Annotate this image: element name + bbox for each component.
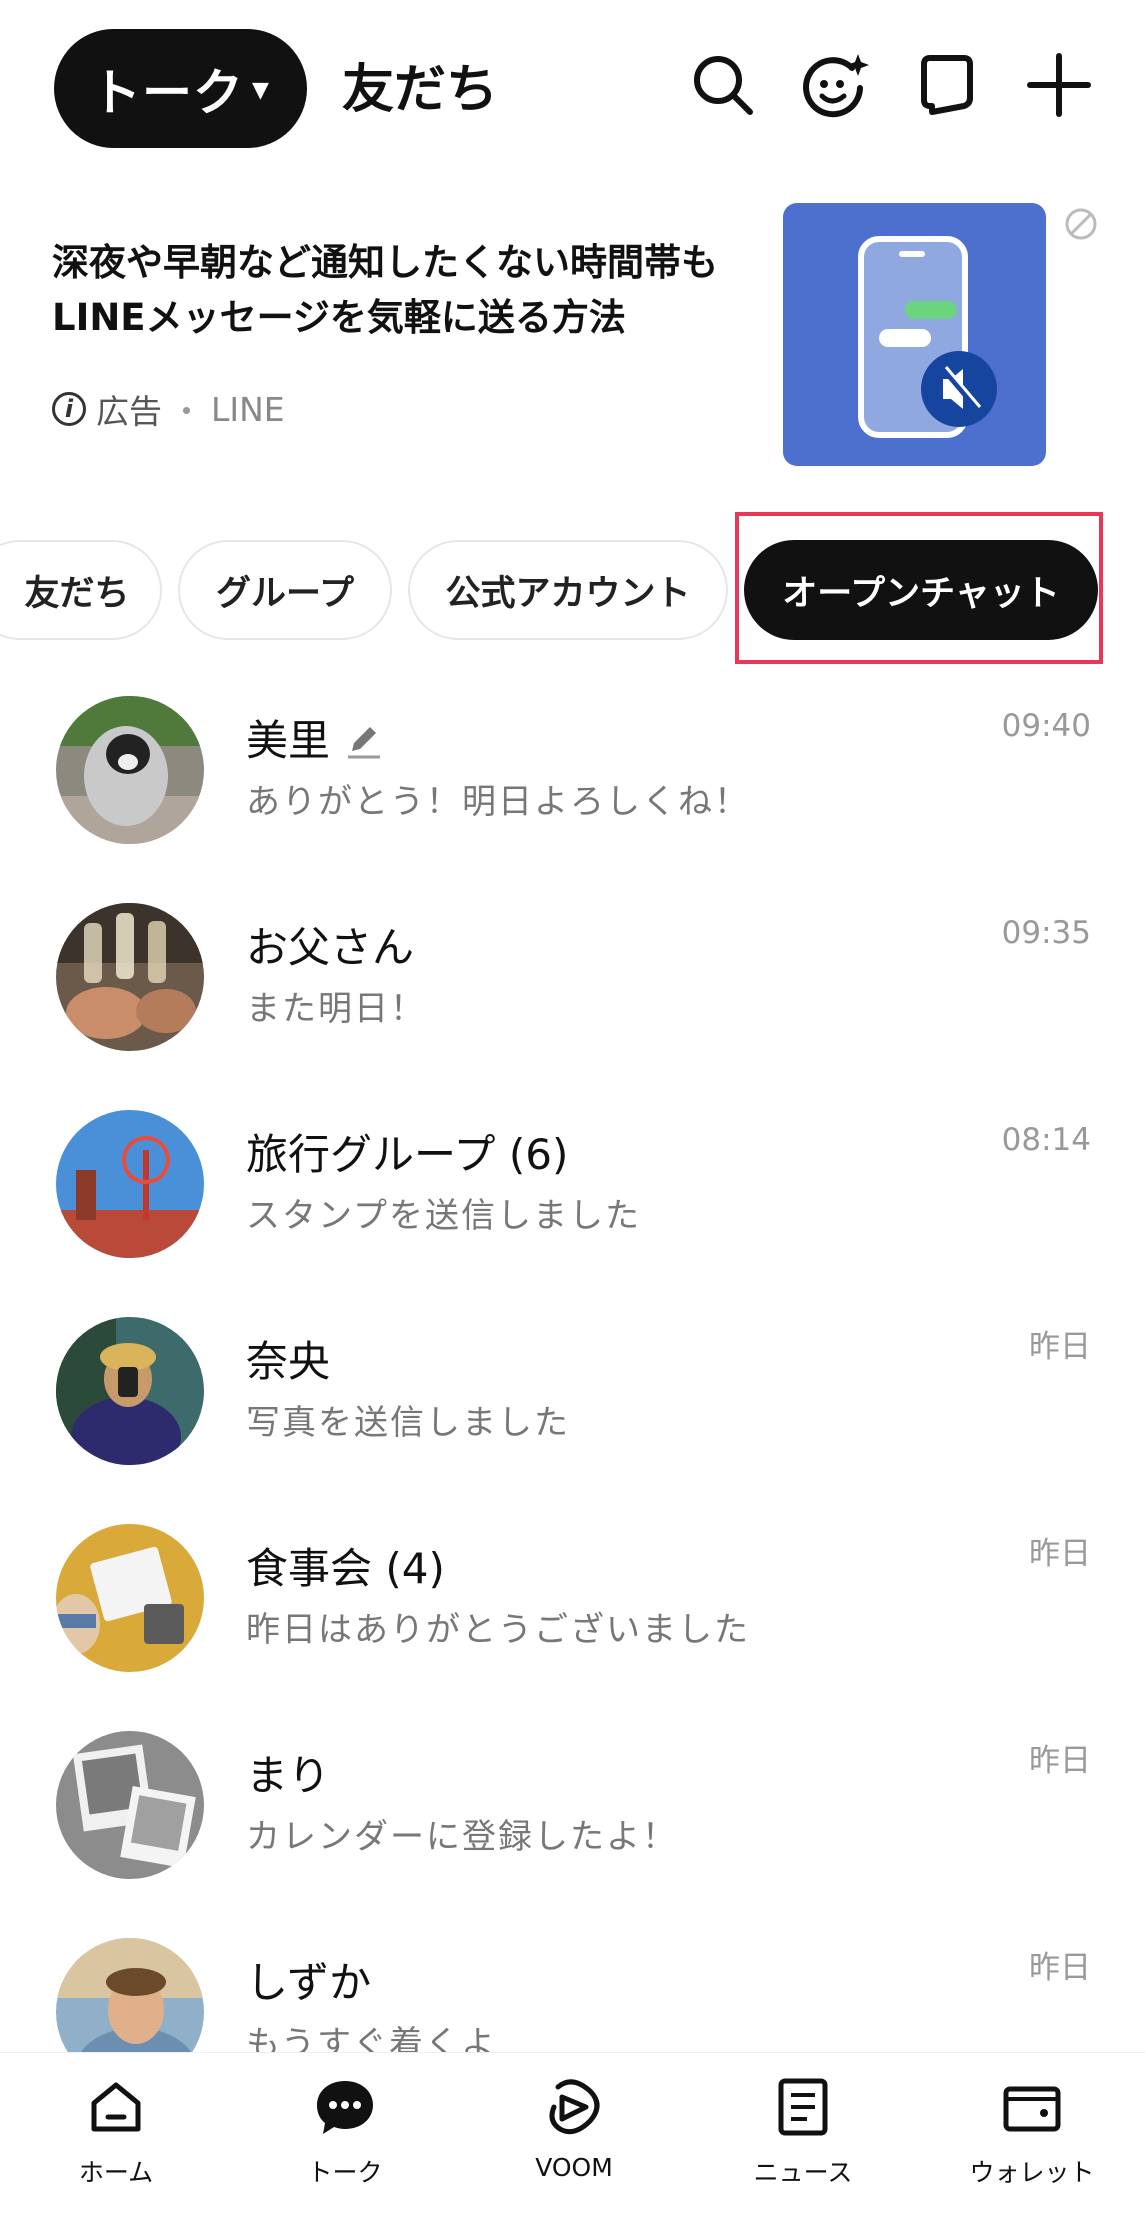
chat-time: 09:40: [1001, 708, 1091, 744]
news-icon: [778, 2078, 828, 2136]
chat-name-text: お父さん: [246, 923, 415, 972]
chat-time: 昨日: [1029, 1950, 1091, 1986]
nav-talk[interactable]: トーク: [245, 2053, 445, 2229]
nav-label: トーク: [307, 2158, 383, 2187]
nav-home[interactable]: ホーム: [16, 2053, 216, 2229]
chat-name: しずか: [246, 1958, 371, 2008]
avatar: [56, 903, 204, 1051]
chip-friends[interactable]: 友だち: [0, 540, 162, 640]
chat-name: 食事会 (4): [246, 1544, 445, 1594]
tab-talk-label: トーク: [91, 63, 245, 122]
nav-label: ウォレット: [969, 2158, 1095, 2187]
nav-wallet[interactable]: ウォレット: [932, 2053, 1132, 2229]
tab-talk[interactable]: トーク ▼: [54, 29, 307, 148]
phone-mute-illustration: [858, 236, 997, 438]
chat-row[interactable]: 旅行グループ (6) スタンプを送信しました 08:14: [0, 1104, 1145, 1311]
chip-label: 友だち: [24, 573, 130, 614]
chat-name-text: 美里: [246, 716, 331, 765]
highlight-box: [735, 512, 1103, 664]
chat-name-text: 食事会 (4): [246, 1544, 445, 1593]
chat-time: 08:14: [1001, 1122, 1091, 1158]
home-icon: [91, 2082, 141, 2132]
talk-icon: [317, 2081, 373, 2134]
chat-name: 旅行グループ (6): [246, 1130, 568, 1180]
chip-group[interactable]: グループ: [178, 540, 392, 640]
nav-label: ホーム: [78, 2158, 154, 2187]
ad-source: LINE: [211, 389, 285, 429]
chat-last-message: また明日！: [246, 989, 426, 1029]
avatar: [56, 1110, 204, 1258]
info-icon[interactable]: i: [52, 392, 86, 426]
ad-thumbnail[interactable]: [783, 203, 1046, 466]
tab-friends[interactable]: 友だち: [342, 50, 498, 130]
chat-last-message: スタンプを送信しました: [246, 1196, 641, 1236]
chat-name-text: まり: [246, 1751, 331, 1800]
voom-icon: [549, 2079, 600, 2135]
ad-banner[interactable]: 深夜や早朝など通知したくない時間帯もLINEメッセージを気軽に送る方法 i 広告…: [0, 190, 1145, 490]
ad-separator: ・: [170, 392, 203, 431]
chip-official-account[interactable]: 公式アカウント: [408, 540, 728, 640]
avatar: [56, 1731, 204, 1879]
ad-text: 深夜や早朝など通知したくない時間帯もLINEメッセージを気軽に送る方法: [52, 241, 718, 339]
chat-name-text: 奈央: [246, 1337, 331, 1386]
face-sticker-icon[interactable]: [800, 50, 870, 120]
chat-name: まり: [246, 1751, 330, 1801]
chat-time: 昨日: [1029, 1536, 1091, 1572]
chat-time: 昨日: [1029, 1329, 1091, 1365]
chip-label: グループ: [216, 573, 354, 614]
chat-row[interactable]: 食事会 (4) 昨日はありがとうございました 昨日: [0, 1518, 1145, 1725]
plus-icon[interactable]: [1024, 50, 1094, 120]
ad-label: 広告: [96, 392, 162, 431]
avatar: [56, 1524, 204, 1672]
chat-time: 昨日: [1029, 1743, 1091, 1779]
chevron-down-icon: ▼: [252, 78, 270, 103]
bottom-navigation: ホーム トーク VOOM ニュース ウォレット: [0, 2052, 1145, 2229]
chat-name: 美里: [246, 716, 384, 766]
chat-name: 奈央: [246, 1337, 330, 1387]
chat-last-message: 写真を送信しました: [246, 1403, 570, 1443]
chat-name-text: しずか: [246, 1958, 372, 2007]
chat-bubble-icon[interactable]: [912, 50, 982, 120]
chat-last-message: ありがとう！明日よろしくね！: [246, 782, 750, 822]
avatar: [56, 1317, 204, 1465]
chat-row[interactable]: 美里 ありがとう！明日よろしくね！ 09:40: [0, 690, 1145, 897]
nav-label: VOOM: [535, 2153, 613, 2182]
chat-name-text: 旅行グループ (6): [246, 1130, 569, 1179]
pencil-icon: [348, 727, 381, 759]
chat-last-message: 昨日はありがとうございました: [246, 1610, 750, 1650]
chat-row[interactable]: 奈央 写真を送信しました 昨日: [0, 1311, 1145, 1518]
nav-news[interactable]: ニュース: [703, 2053, 903, 2229]
chat-row[interactable]: まり カレンダーに登録したよ！ 昨日: [0, 1725, 1145, 1932]
chat-row[interactable]: お父さん また明日！ 09:35: [0, 897, 1145, 1104]
chat-name: お父さん: [246, 923, 414, 973]
nav-label: ニュース: [753, 2158, 853, 2187]
top-header: トーク ▼ 友だち: [0, 0, 1145, 175]
ad-hide-icon[interactable]: [1063, 206, 1099, 242]
avatar: [56, 696, 204, 844]
chat-last-message: カレンダーに登録したよ！: [246, 1817, 678, 1857]
chip-label: 公式アカウント: [445, 573, 691, 614]
search-icon[interactable]: [688, 50, 758, 120]
wallet-icon: [1003, 2086, 1061, 2132]
ad-meta: i 広告 ・ LINE: [52, 385, 285, 433]
nav-voom[interactable]: VOOM: [474, 2053, 674, 2229]
chat-time: 09:35: [1001, 915, 1091, 951]
